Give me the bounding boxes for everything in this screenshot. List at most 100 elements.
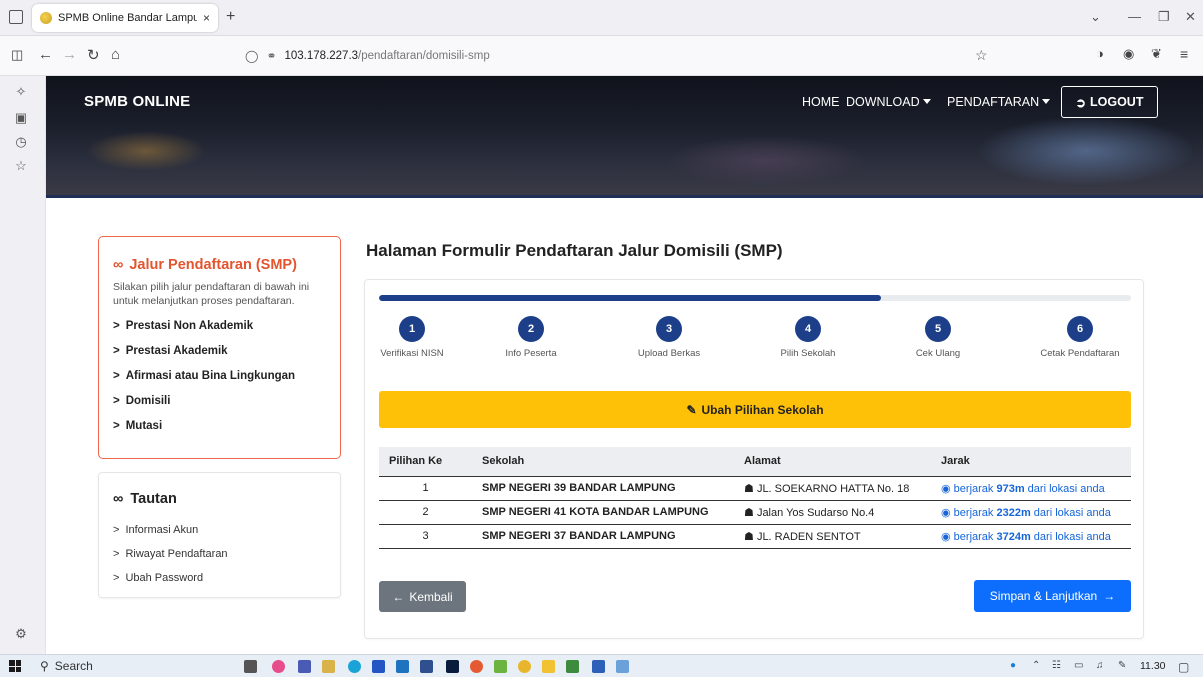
home-icon[interactable]: ⌂ <box>111 46 120 63</box>
ubah-button-label: Ubah Pilihan Sekolah <box>701 402 824 417</box>
school-distance: ◉ berjarak 2322m dari lokasi anda <box>931 500 1131 525</box>
jalur-item-mutasi[interactable]: > Mutasi <box>113 416 326 441</box>
jalur-item-afirmasi[interactable]: > Afirmasi atau Bina Lingkungan <box>113 366 326 391</box>
app-icon[interactable] <box>420 660 433 673</box>
caret-down-icon <box>922 99 931 104</box>
history-icon[interactable]: ◷ <box>12 134 30 150</box>
kembali-button[interactable]: ← Kembali <box>379 581 466 612</box>
new-tab-button[interactable]: + <box>226 8 235 26</box>
distance-prefix: berjarak <box>953 506 997 519</box>
column-header: Sekolah <box>472 447 734 476</box>
reload-icon[interactable]: ↻ <box>87 46 100 64</box>
pen-icon[interactable]: ✎ <box>1118 660 1126 671</box>
ubah-pilihan-sekolah-button[interactable]: ✎ Ubah Pilihan Sekolah <box>379 391 1131 428</box>
app-icon[interactable] <box>322 660 335 673</box>
close-window-icon[interactable]: ✕ <box>1185 9 1196 25</box>
jalur-item-domisili[interactable]: > Domisili <box>113 391 326 416</box>
tab-overview-icon[interactable] <box>9 10 23 24</box>
menu-icon[interactable]: ≡ <box>1180 46 1188 62</box>
simpan-lanjutkan-button[interactable]: Simpan & Lanjutkan → <box>974 580 1131 612</box>
app-icon[interactable] <box>396 660 409 673</box>
jalur-item-label: Mutasi <box>125 420 163 432</box>
tautan-list: > Informasi Akun > Riwayat Pendaftaran > Ub… <box>113 519 326 591</box>
step-number: 2 <box>518 316 544 342</box>
lock-icon: ⚭ <box>266 49 277 63</box>
taskbar-search[interactable]: ⚲ Search <box>40 659 93 673</box>
school-distance: ◉ berjarak 3724m dari lokasi anda <box>931 524 1131 549</box>
logout-button[interactable]: ➲ LOGOUT <box>1061 86 1158 118</box>
word-icon[interactable] <box>592 660 605 673</box>
url-text: 103.178.227.3/pendaftaran/domisili-smp <box>285 50 490 62</box>
app-icon[interactable] <box>616 660 629 673</box>
back-icon[interactable]: ← <box>38 46 53 63</box>
windows-start-icon[interactable] <box>9 660 21 672</box>
house-icon: ☗ <box>744 482 754 495</box>
tautan-item-riwayat[interactable]: > Riwayat Pendaftaran <box>113 543 326 567</box>
restore-icon[interactable]: ❐ <box>1158 9 1170 25</box>
nav-home[interactable]: HOME <box>802 95 840 109</box>
wifi-icon[interactable]: ☷ <box>1052 660 1061 671</box>
account-icon[interactable]: ◉ <box>1123 46 1134 62</box>
caret-down-icon <box>1042 99 1051 104</box>
chevron-right-icon: > <box>113 420 120 432</box>
task-view-icon[interactable] <box>244 660 257 673</box>
nav-download[interactable]: DOWNLOAD <box>846 95 931 109</box>
synced-tabs-icon[interactable]: ▣ <box>12 110 30 126</box>
forward-icon[interactable]: → <box>62 46 77 63</box>
distance-value: 3724m <box>996 530 1031 543</box>
step-label: Pilih Sekolah <box>780 348 836 359</box>
step-cetak-pendaftaran: 6 Cetak Pendaftaran <box>1025 316 1135 359</box>
step-pilih-sekolah: 4 Pilih Sekolah <box>753 316 863 359</box>
school-choices-table: Pilihan Ke Sekolah Alamat Jarak 1 SMP NE… <box>379 447 1131 549</box>
distance-prefix: berjarak <box>953 482 997 495</box>
app-icon[interactable] <box>298 660 311 673</box>
network-icon[interactable]: ● <box>1010 660 1016 671</box>
tab-close-icon[interactable]: × <box>203 11 210 25</box>
table-row: 1 SMP NEGERI 39 BANDAR LAMPUNG ☗ JL. SOE… <box>379 475 1131 501</box>
chevron-up-icon[interactable]: ⌃ <box>1032 660 1040 671</box>
bookmarks-icon[interactable]: ☆ <box>12 158 30 174</box>
volume-icon[interactable]: ♫ <box>1096 660 1104 671</box>
browser-tab[interactable]: SPMB Online Bandar Lampung × <box>32 4 218 32</box>
logout-label: LOGOUT <box>1090 95 1144 109</box>
list-tabs-icon[interactable]: ⌄ <box>1090 9 1101 25</box>
jalur-item-label: Afirmasi atau Bina Lingkungan <box>125 370 296 382</box>
school-address-text: Jalan Yos Sudarso No.4 <box>756 506 875 519</box>
nav-pendaftaran[interactable]: PENDAFTARAN <box>947 95 1051 109</box>
browser-tabbar: SPMB Online Bandar Lampung × + ⌄ — ❐ ✕ <box>0 0 1203 36</box>
site-brand[interactable]: SPMB ONLINE <box>84 93 190 110</box>
chevron-right-icon: > <box>113 395 120 407</box>
ai-chatbot-icon[interactable]: ✧ <box>12 84 30 100</box>
extensions-icon[interactable]: ❦ <box>1151 46 1162 62</box>
taskbar-clock[interactable]: 11.30 <box>1140 660 1166 672</box>
address-bar[interactable]: ◯ ⚭ 103.178.227.3/pendaftaran/domisili-s… <box>237 42 1003 70</box>
app-icon[interactable] <box>566 660 579 673</box>
app-icon[interactable] <box>272 660 285 673</box>
tautan-item-informasi-akun[interactable]: > Informasi Akun <box>113 519 326 543</box>
chevron-right-icon: > <box>113 524 120 536</box>
jalur-item-prestasi-akademik[interactable]: > Prestasi Akademik <box>113 341 326 366</box>
file-explorer-icon[interactable] <box>542 660 555 673</box>
tautan-item-label: Informasi Akun <box>125 524 199 536</box>
firefox-icon[interactable] <box>470 660 483 673</box>
jalur-item-prestasi-non-akademik[interactable]: > Prestasi Non Akademik <box>113 316 326 341</box>
pocket-icon[interactable]: ◑ <box>1096 46 1104 61</box>
distance-prefix: berjarak <box>953 530 997 543</box>
app-icon[interactable] <box>494 660 507 673</box>
column-header: Jarak <box>931 447 1131 476</box>
notifications-icon[interactable]: ▢ <box>1178 660 1189 674</box>
chevron-right-icon: > <box>113 320 120 332</box>
app-icon[interactable] <box>372 660 385 673</box>
battery-icon[interactable]: ▭ <box>1074 660 1083 671</box>
step-number: 1 <box>399 316 425 342</box>
minimize-icon[interactable]: — <box>1128 9 1141 24</box>
sidebar-toggle-icon[interactable]: ◫ <box>11 47 23 63</box>
banner-decoration <box>976 116 1196 186</box>
bookmark-star-icon[interactable]: ☆ <box>975 47 988 64</box>
tautan-item-ubah-password[interactable]: > Ubah Password <box>113 567 326 591</box>
photoshop-icon[interactable] <box>446 660 459 673</box>
chrome-icon[interactable] <box>518 660 531 673</box>
edge-icon[interactable] <box>348 660 361 673</box>
customize-sidebar-icon[interactable]: ⚙ <box>12 626 30 642</box>
browser-navbar: ◫ ← → ↻ ⌂ ◯ ⚭ 103.178.227.3/pendaftaran/… <box>0 36 1203 76</box>
